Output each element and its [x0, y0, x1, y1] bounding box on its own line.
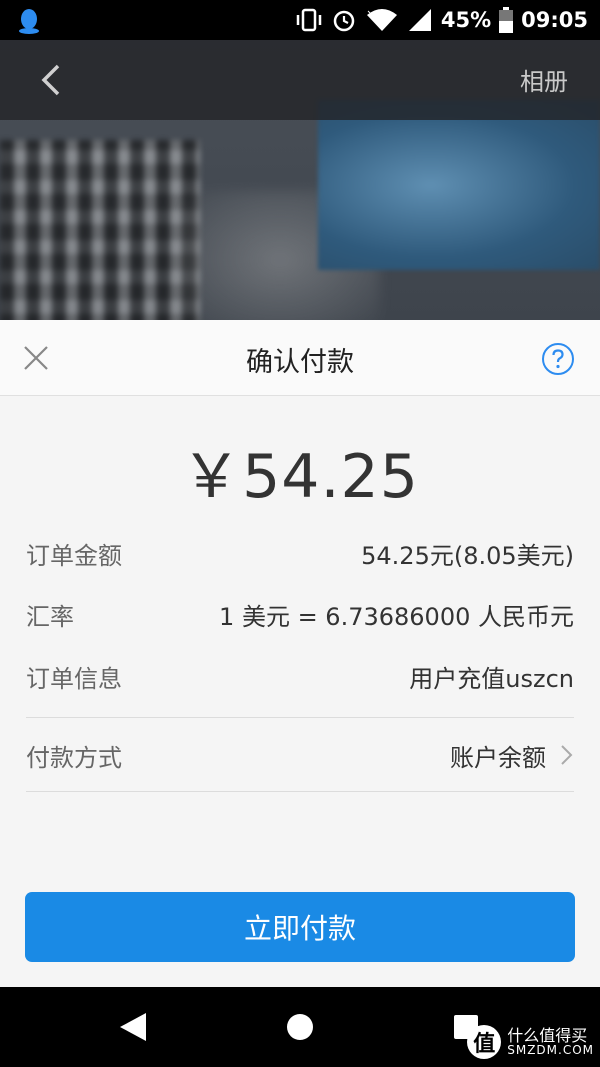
- qq-icon: [19, 9, 39, 34]
- signal-icon: [408, 9, 431, 31]
- payment-method-label: 付款方式: [26, 743, 122, 772]
- sheet-title: 确认付款: [246, 347, 354, 378]
- pay-now-button[interactable]: 立即付款: [25, 892, 575, 962]
- vibrate-icon: [296, 8, 322, 32]
- payment-sheet: 确认付款 ￥54.25 订单金额 54.25元(8.05美元) 汇率 1 美元 …: [0, 320, 600, 987]
- nav-back-icon[interactable]: [118, 1011, 148, 1043]
- help-icon[interactable]: [541, 342, 575, 376]
- smzdm-logo: 值: [467, 1025, 502, 1059]
- exchange-rate-label: 汇率: [26, 602, 74, 631]
- clock: 09:05: [521, 8, 588, 32]
- order-amount-label: 订单金额: [26, 541, 122, 570]
- wifi-icon: [366, 9, 397, 31]
- payment-method-value: 账户余额: [450, 743, 546, 772]
- exchange-rate-row: 汇率 1 美元 = 6.73686000 人民币元: [26, 594, 574, 634]
- battery-percent: 45%: [440, 8, 492, 32]
- sheet-header: 确认付款: [0, 320, 600, 396]
- order-info-label: 订单信息: [26, 664, 122, 693]
- album-button[interactable]: 相册: [520, 62, 568, 97]
- order-info-value: 用户充值uszcn: [409, 664, 574, 693]
- watermark-en: SMZDM.COM: [507, 1043, 594, 1058]
- watermark-text: 什么值得买 SMZDM.COM: [507, 1027, 594, 1058]
- exchange-rate-value: 1 美元 = 6.73686000 人民币元: [219, 602, 574, 631]
- smzdm-watermark: 值 什么值得买 SMZDM.COM: [467, 1025, 594, 1059]
- nav-home-icon[interactable]: [285, 1011, 315, 1043]
- chevron-right-icon: [561, 745, 573, 765]
- alarm-icon: [333, 10, 355, 32]
- battery-icon: [499, 7, 514, 33]
- scan-nav-bar: 相册: [0, 40, 600, 120]
- divider: [26, 791, 574, 792]
- back-arrow-icon[interactable]: [34, 62, 70, 98]
- payment-amount: ￥54.25: [181, 442, 419, 512]
- watermark-cn: 什么值得买: [507, 1025, 588, 1045]
- status-bar: 45% 09:05: [0, 0, 600, 40]
- background-poster: [318, 100, 600, 270]
- order-amount-value: 54.25元(8.05美元): [361, 541, 574, 570]
- order-info-row: 订单信息 用户充值uszcn: [26, 656, 574, 696]
- order-amount-row: 订单金额 54.25元(8.05美元): [26, 533, 574, 573]
- payment-method-row[interactable]: 付款方式 账户余额: [26, 735, 574, 775]
- divider: [26, 717, 574, 718]
- android-nav-bar: 值 什么值得买 SMZDM.COM: [0, 987, 600, 1067]
